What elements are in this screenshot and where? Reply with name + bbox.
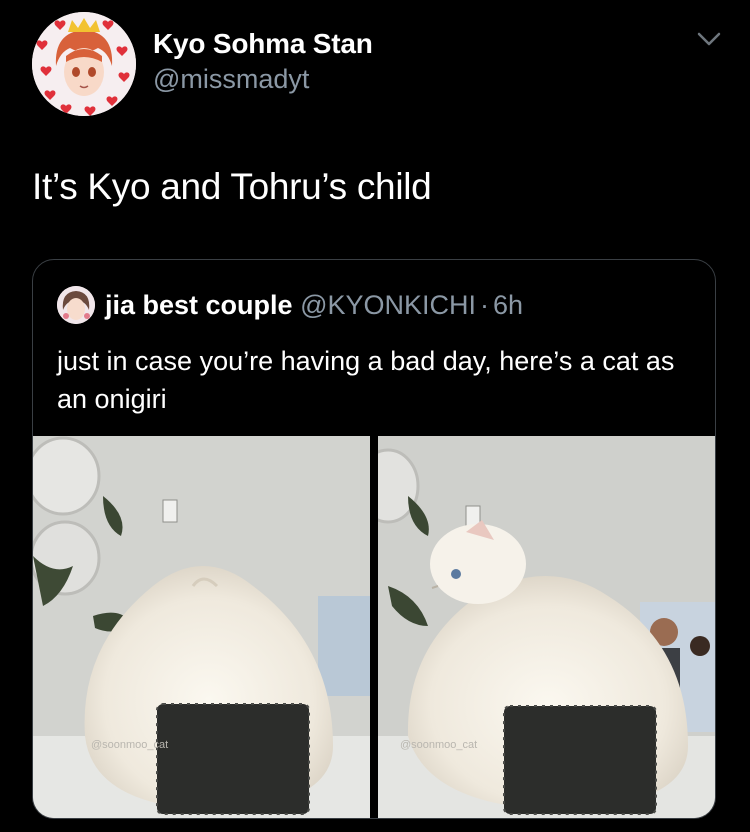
media-grid[interactable]: @soonmoo_cat @soonmoo_cat [33, 436, 715, 818]
media-photo-1[interactable]: @soonmoo_cat [33, 436, 370, 818]
watermark-2: @soonmoo_cat [400, 739, 477, 751]
chevron-down-icon[interactable] [696, 30, 722, 48]
quoted-header: jia best couple @KYONKICHI · 6h [105, 290, 523, 321]
author-name[interactable]: Kyo Sohma Stan [153, 28, 373, 60]
tweet-text: It’s Kyo and Tohru’s child [32, 166, 432, 207]
quoted-author-handle[interactable]: @KYONKICHI [300, 290, 476, 320]
quoted-author-name[interactable]: jia best couple [105, 290, 293, 320]
author-avatar[interactable] [32, 12, 136, 116]
watermark-1: @soonmoo_cat [91, 739, 168, 751]
media-divider [370, 436, 378, 818]
quoted-tweet[interactable]: jia best couple @KYONKICHI · 6h just in ca… [32, 259, 716, 819]
quoted-text: just in case you’re having a bad day, he… [57, 346, 675, 414]
media-photo-2[interactable]: @soonmoo_cat [378, 436, 715, 818]
quoted-author-avatar[interactable] [57, 286, 95, 324]
quoted-separator: · [480, 290, 490, 320]
anime-avatar-icon [32, 12, 136, 116]
quoted-timestamp[interactable]: 6h [493, 290, 523, 320]
author-handle[interactable]: @missmadyt [153, 64, 309, 95]
quoted-avatar-icon [57, 286, 95, 324]
